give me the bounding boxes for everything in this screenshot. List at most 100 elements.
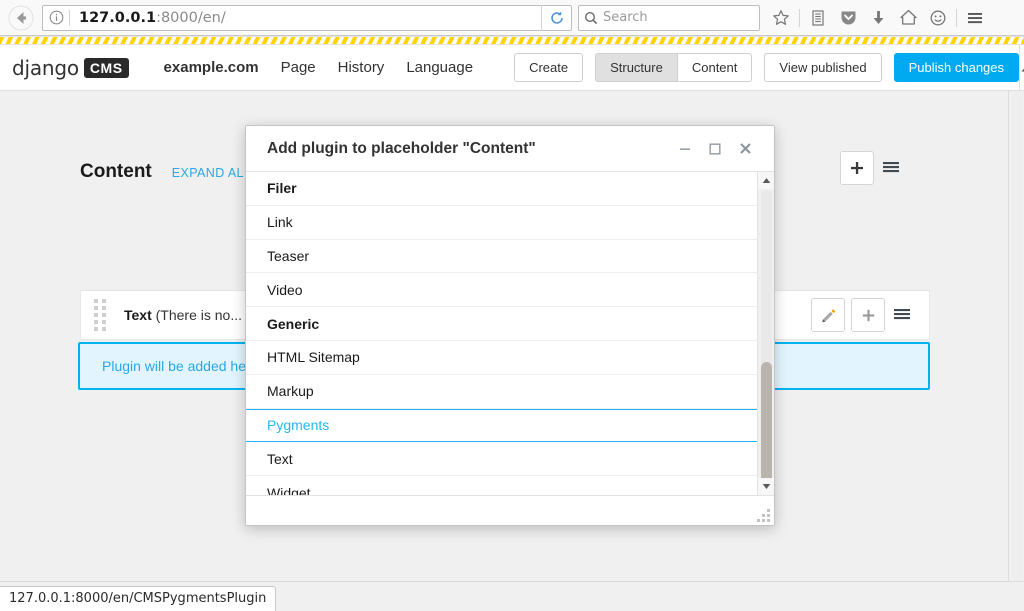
resize-grip-icon[interactable]	[757, 509, 770, 522]
brand-badge: CMS	[83, 57, 129, 78]
expand-all-link[interactable]: EXPAND AL	[172, 166, 244, 180]
placeholder-actions	[840, 151, 908, 185]
plugin-group-filer: Filer	[246, 172, 757, 206]
toolbar-divider	[799, 8, 800, 27]
plus-icon	[851, 162, 863, 174]
plugin-add-button[interactable]	[851, 298, 885, 332]
content-tab[interactable]: Content	[676, 53, 753, 82]
downloads-button[interactable]	[863, 4, 893, 32]
home-icon	[899, 9, 917, 25]
address-bar[interactable]: 127.0.0.1:8000/en/	[42, 4, 572, 31]
django-cms-logo[interactable]: django CMS	[12, 56, 129, 80]
sync-account-icon	[930, 10, 946, 25]
status-bar-link-preview: 127.0.0.1:8000/en/CMSPygmentsPlugin	[0, 586, 277, 611]
plugin-row-description: (There is no...	[155, 307, 243, 323]
toolbar-divider-2	[956, 8, 957, 27]
modal-footer	[246, 495, 774, 525]
modal-maximize-button[interactable]	[700, 134, 730, 164]
placeholder-add-plugin-button[interactable]	[840, 151, 874, 185]
browser-status-bar-area: 127.0.0.1:8000/en/CMSPygmentsPlugin	[0, 581, 1024, 611]
url-path: :8000/en/	[156, 9, 226, 26]
browser-action-icons	[766, 4, 996, 32]
sync-account-button[interactable]	[923, 4, 953, 32]
search-bar[interactable]: Search	[578, 4, 760, 31]
view-published-button[interactable]: View published	[764, 53, 882, 82]
modal-list-scrollbar[interactable]	[757, 172, 774, 495]
bookmark-button[interactable]	[766, 4, 796, 32]
close-icon	[739, 143, 751, 154]
plugin-row-label: Text (There is no...	[124, 307, 242, 323]
modal-title: Add plugin to placeholder "Content"	[267, 139, 536, 157]
reload-icon	[550, 10, 563, 24]
add-plugin-modal: Add plugin to placeholder "Content" File…	[245, 125, 775, 526]
hamburger-menu-icon	[968, 12, 982, 23]
plugin-item-video[interactable]: Video	[246, 273, 757, 308]
page-scrollbar-thumb[interactable]	[1011, 91, 1022, 581]
url-text: 127.0.0.1:8000/en/	[70, 10, 226, 26]
scroll-up-arrow-icon	[762, 178, 771, 183]
library-icon	[812, 9, 824, 26]
plugin-edit-button[interactable]	[811, 298, 845, 332]
debug-stripe-band	[0, 36, 1024, 45]
hamburger-icon	[894, 309, 910, 320]
modal-body: Filer Link Teaser Video Generic HTML Sit…	[246, 172, 774, 495]
plugin-row-name: Text	[124, 307, 152, 323]
modal-scroll-thumb[interactable]	[761, 362, 772, 492]
plugin-item-link[interactable]: Link	[246, 206, 757, 240]
placeholder-title: Content	[80, 161, 152, 182]
plugin-item-html-sitemap[interactable]: HTML Sitemap	[246, 341, 757, 375]
search-icon-wrap	[579, 11, 603, 25]
menu-item-language[interactable]: Language	[395, 53, 484, 82]
plus-icon	[862, 309, 874, 321]
pocket-shield-icon	[841, 11, 855, 25]
plugin-type-list: Filer Link Teaser Video Generic HTML Sit…	[246, 172, 757, 495]
create-button[interactable]: Create	[514, 53, 584, 82]
plugin-item-text[interactable]: Text	[246, 442, 757, 477]
scroll-up-button[interactable]	[758, 172, 774, 189]
search-icon	[584, 11, 598, 24]
hamburger-icon	[883, 162, 899, 173]
plugin-item-pygments[interactable]: Pygments	[246, 408, 757, 443]
browser-toolbar: 127.0.0.1:8000/en/ Search	[0, 0, 1024, 36]
pencil-icon	[821, 308, 835, 322]
page-vertical-scrollbar[interactable]	[1008, 91, 1024, 581]
plugin-item-widget[interactable]: Widget	[246, 476, 757, 495]
modal-close-button[interactable]	[730, 134, 760, 164]
cms-menu: example.com Page History Language	[153, 53, 485, 82]
modal-minimize-button[interactable]	[670, 134, 700, 164]
caret-up-icon	[1021, 68, 1024, 71]
site-identity-button[interactable]	[43, 6, 69, 30]
reload-button[interactable]	[541, 4, 571, 31]
hamburger-menu-button[interactable]	[960, 4, 990, 32]
pocket-button[interactable]	[833, 4, 863, 32]
drop-zone-label: Plugin will be added he	[102, 358, 246, 374]
plugin-item-markup[interactable]: Markup	[246, 375, 757, 409]
modal-header[interactable]: Add plugin to placeholder "Content"	[246, 126, 774, 172]
brand-text: django	[12, 55, 79, 80]
placeholder-header: Content EXPAND AL	[80, 161, 244, 183]
modal-window-controls	[670, 134, 760, 164]
plugin-group-generic: Generic	[246, 307, 757, 341]
structure-content-toggle: Structure Content	[595, 53, 753, 82]
back-arrow-icon	[8, 5, 34, 30]
scroll-down-arrow-icon	[762, 484, 771, 489]
toolbar-collapse-button[interactable]	[1019, 44, 1024, 91]
menu-item-history[interactable]: History	[327, 53, 396, 82]
scroll-down-button[interactable]	[758, 478, 774, 495]
placeholder-menu-button[interactable]	[874, 151, 908, 185]
home-button[interactable]	[893, 4, 923, 32]
back-button[interactable]	[6, 3, 36, 33]
publish-changes-button[interactable]: Publish changes	[893, 53, 1020, 82]
drag-handle-icon[interactable]	[94, 299, 108, 331]
url-host: 127.0.0.1	[79, 9, 157, 26]
maximize-icon	[709, 142, 721, 155]
plugin-item-teaser[interactable]: Teaser	[246, 240, 757, 274]
minimize-icon	[680, 147, 690, 150]
search-input-placeholder[interactable]: Search	[603, 10, 648, 25]
menu-item-page[interactable]: Page	[270, 53, 327, 82]
downloads-icon	[873, 11, 883, 24]
menu-item-site[interactable]: example.com	[153, 53, 270, 82]
structure-tab[interactable]: Structure	[595, 53, 677, 82]
library-button[interactable]	[803, 4, 833, 32]
plugin-menu-button[interactable]	[885, 298, 919, 332]
